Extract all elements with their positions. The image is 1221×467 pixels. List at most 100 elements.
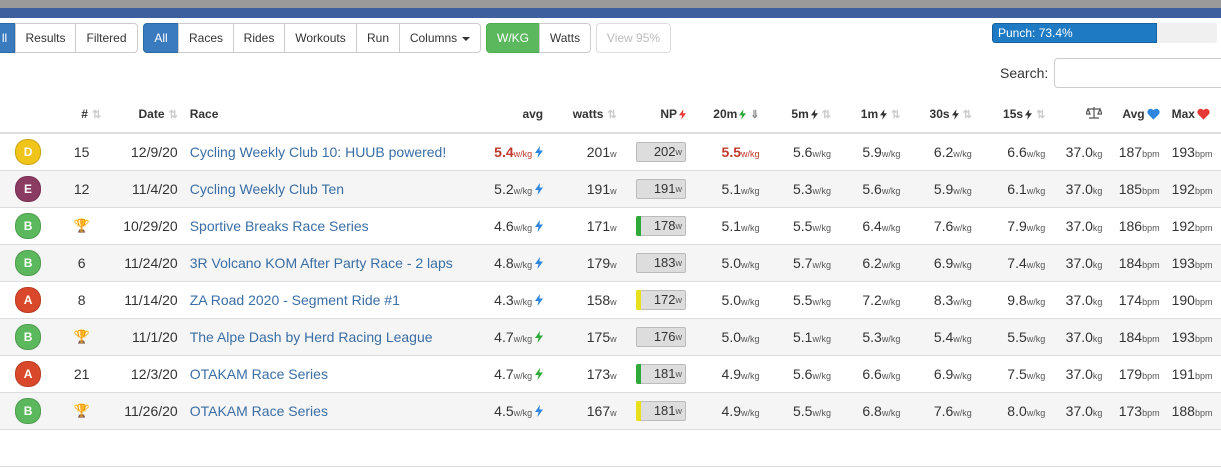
filter-all-results-button[interactable]: ll	[0, 23, 15, 53]
search-input[interactable]	[1054, 58, 1221, 88]
row-number: 21	[73, 365, 90, 382]
category-badge: A	[15, 360, 42, 387]
race-link[interactable]: Sportive Breaks Race Series	[183, 207, 480, 245]
col-watts[interactable]: watts ⇅	[549, 96, 623, 134]
bolt-icon	[535, 145, 544, 158]
table-row[interactable]: E 12 11/4/20 Cycling Weekly Club Ten 5.2w/kg…	[0, 170, 1221, 208]
avg-cell: 4.7w/kg	[479, 355, 550, 393]
sort-icon: ⇅	[821, 109, 831, 121]
type-races-button[interactable]: Races	[178, 23, 234, 53]
avg-cell: 4.6w/kg	[479, 207, 550, 245]
sort-icon: ⇅	[962, 109, 972, 121]
units-watts-button[interactable]: Watts	[539, 23, 591, 53]
15s-cell: 5.5w/kg	[977, 318, 1052, 356]
date-cell: 11/24/20	[107, 244, 184, 282]
category-badge: D	[15, 138, 42, 165]
30s-cell: 5.9w/kg	[906, 170, 978, 208]
15s-cell: 6.6w/kg	[977, 133, 1052, 171]
col-race[interactable]: Race	[183, 96, 480, 134]
5m-cell: 5.1w/kg	[765, 318, 837, 356]
race-link[interactable]: The Alpe Dash by Herd Racing League	[183, 318, 480, 356]
table-row[interactable]: B 6 11/24/20 3R Volcano KOM After Party Rac…	[0, 244, 1221, 282]
max-hr-cell: 193bpm	[1165, 244, 1221, 282]
columns-label: Columns	[409, 31, 458, 45]
20m-cell: 5.0w/kg	[692, 318, 766, 356]
empty-cell	[56, 429, 108, 467]
max-hr-cell: 193bpm	[1165, 133, 1221, 171]
race-link[interactable]: OTAKAM Race Series	[183, 392, 480, 430]
race-link[interactable]: ZA Road 2020 - Segment Ride #1	[183, 281, 480, 319]
20m-cell: 5.0w/kg	[692, 244, 766, 282]
num-cell: 🏆	[56, 318, 108, 356]
bolt-icon	[535, 219, 544, 232]
col-num[interactable]: # ⇅	[56, 96, 108, 134]
col-date[interactable]: Date ⇅	[107, 96, 184, 134]
table-row[interactable]: B 🏆 11/1/20 The Alpe Dash by Herd Racing Le…	[0, 318, 1221, 356]
weight-cell: 37.0kg	[1051, 244, 1109, 282]
col-max-hr[interactable]: Max	[1165, 96, 1221, 134]
1m-cell: 5.6w/kg	[836, 170, 907, 208]
avg-cell: 4.3w/kg	[479, 281, 550, 319]
20m-bolt-icon	[739, 109, 747, 120]
col-20m[interactable]: 20m ⇓	[692, 96, 766, 134]
np-badge: 202 w	[636, 141, 687, 162]
col-np[interactable]: NP	[622, 96, 693, 134]
race-link[interactable]: Cycling Weekly Club 10: HUUB powered!	[183, 133, 480, 171]
np-marker	[636, 289, 642, 310]
col-weight[interactable]	[1051, 96, 1109, 134]
race-link[interactable]: OTAKAM Race Series	[183, 355, 480, 393]
table-row[interactable]: B 🏆 11/26/20 OTAKAM Race Series 4.5w/kg 167w 1…	[0, 392, 1221, 430]
num-cell: 21	[56, 355, 108, 393]
type-all-button[interactable]: All	[143, 23, 179, 53]
units-wkg-button[interactable]: W/KG	[486, 23, 540, 53]
np-marker	[636, 400, 642, 421]
category-cell: D	[0, 133, 57, 171]
date-cell: 11/4/20	[107, 170, 184, 208]
type-workouts-button[interactable]: Workouts	[284, 23, 357, 53]
col-avg-hr[interactable]: Avg	[1108, 96, 1166, 134]
bolt-icon	[951, 109, 959, 120]
category-cell: B	[0, 318, 57, 356]
category-badge: B	[15, 397, 42, 424]
col-30s[interactable]: 30s ⇅	[906, 96, 978, 134]
category-badge: A	[15, 286, 42, 313]
15s-cell: 7.9w/kg	[977, 207, 1052, 245]
view-95-button[interactable]: View 95%	[596, 23, 671, 53]
window-top-strip	[0, 0, 1221, 8]
avg-cell: 5.2w/kg	[479, 170, 550, 208]
col-1m[interactable]: 1m ⇅	[836, 96, 907, 134]
1m-cell: 6.2w/kg	[836, 244, 907, 282]
race-link[interactable]: 3R Volcano KOM After Party Race - 2 laps	[183, 244, 480, 282]
category-badge: B	[15, 249, 42, 276]
type-rides-button[interactable]: Rides	[233, 23, 285, 53]
col-avg[interactable]: avg	[479, 96, 550, 134]
1m-cell: 6.8w/kg	[836, 392, 907, 430]
type-run-button[interactable]: Run	[356, 23, 400, 53]
max-hr-cell: 192bpm	[1165, 207, 1221, 245]
5m-cell: 5.6w/kg	[765, 355, 837, 393]
filter-results-button[interactable]: Results	[15, 23, 76, 53]
np-cell: 172 w	[622, 281, 693, 319]
table-row[interactable]	[0, 429, 1221, 467]
15s-cell: 8.0w/kg	[977, 392, 1052, 430]
trophy-icon: 🏆	[73, 403, 90, 418]
table-row[interactable]: A 21 12/3/20 OTAKAM Race Series 4.7w/kg 173w 1…	[0, 355, 1221, 393]
race-link[interactable]: Cycling Weekly Club Ten	[183, 170, 480, 208]
5m-cell: 5.5w/kg	[765, 207, 837, 245]
table-row[interactable]: D 15 12/9/20 Cycling Weekly Club 10: HUUB p…	[0, 133, 1221, 171]
table-row[interactable]: A 8 11/14/20 ZA Road 2020 - Segment Ride #1…	[0, 281, 1221, 319]
30s-cell: 6.2w/kg	[906, 133, 978, 171]
watts-cell: 175w	[549, 318, 623, 356]
table-row[interactable]: B 🏆 10/29/20 Sportive Breaks Race Series 4.6…	[0, 207, 1221, 245]
category-badge: B	[15, 323, 42, 350]
columns-dropdown[interactable]: Columns	[399, 23, 481, 53]
col-5m[interactable]: 5m ⇅	[765, 96, 837, 134]
col-15s[interactable]: 15s ⇅	[977, 96, 1052, 134]
filter-filtered-button[interactable]: Filtered	[75, 23, 138, 53]
trophy-icon: 🏆	[73, 329, 90, 344]
num-cell: 15	[56, 133, 108, 171]
date-cell: 10/29/20	[107, 207, 184, 245]
avg-hr-cell: 174bpm	[1108, 281, 1166, 319]
empty-cell	[906, 429, 978, 467]
empty-cell	[1108, 429, 1166, 467]
